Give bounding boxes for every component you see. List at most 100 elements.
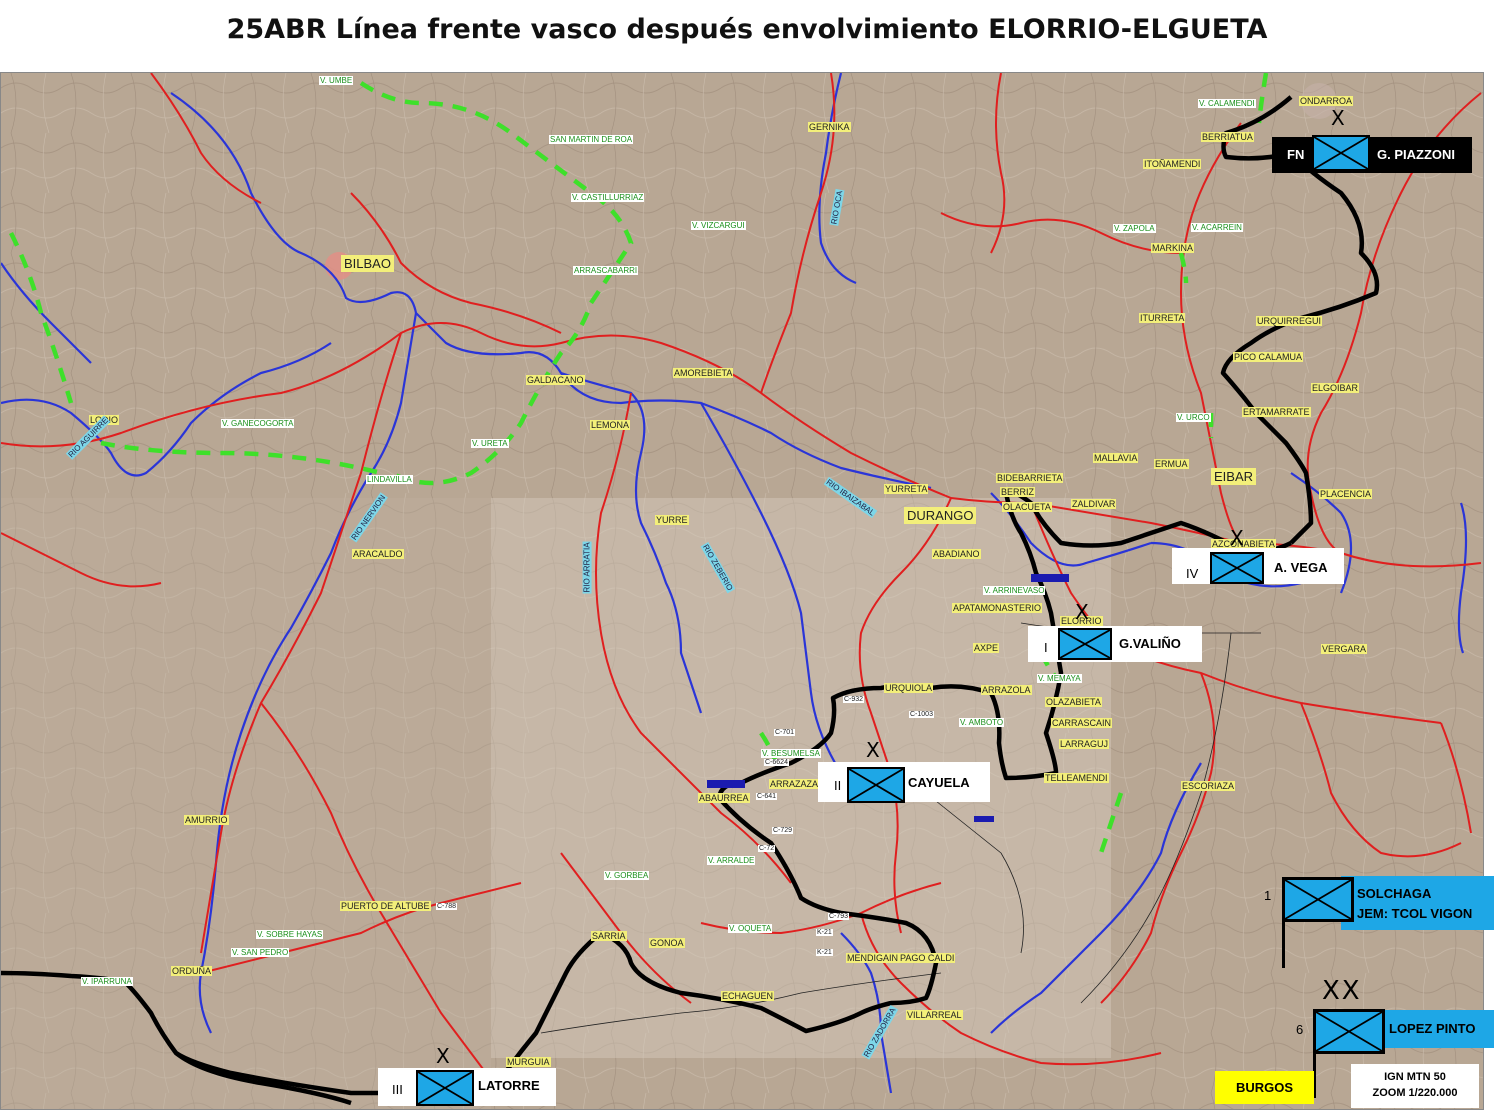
unit-valino-mark: X	[1075, 600, 1089, 624]
road-c641: C-641	[756, 793, 778, 800]
unit-vega[interactable]: IV A. VEGA	[1172, 548, 1344, 584]
unit-vega-echelon: IV	[1186, 566, 1199, 581]
place-abaurrea: ABAURREA	[698, 793, 750, 803]
unit-cayuela-mark: X	[866, 738, 880, 762]
vasco-acarrein: V. ACARREIN	[1191, 223, 1243, 232]
river-arratia: RIO ARRATIA	[582, 541, 592, 594]
place-berriatua: BERRIATUA	[1201, 132, 1254, 142]
place-iturreta: ITURRETA	[1139, 313, 1186, 323]
unit-marker	[974, 816, 994, 822]
map-area[interactable]: BILBAO DURANGO EIBAR GERNIKA ONDARROA BE…	[0, 72, 1484, 1110]
place-itonamendi: ITOÑAMENDI	[1143, 159, 1202, 169]
unit-lopez-pinto-label-box: LOPEZ PINTO	[1383, 1010, 1494, 1048]
vasco-castillurriaz: V. CASTILLURRIAZ	[571, 193, 645, 202]
vasco-ganecogorta: V. GANECOGORTA	[221, 419, 295, 428]
place-olazabieta: OLAZABIETA	[1045, 697, 1102, 707]
place-sarria: SARRIA	[591, 931, 627, 941]
place-ondarroa: ONDARROA	[1299, 96, 1354, 106]
unit-piazzoni[interactable]: FN G. PIAZZONI	[1272, 135, 1472, 173]
place-mendigain: MENDIGAIN	[846, 953, 900, 963]
vasco-calamendi: V. CALAMENDI	[1198, 99, 1256, 108]
vasco-besumelsa: V. BESUMELSA	[761, 749, 821, 758]
road-c72: C-72	[758, 845, 776, 852]
vasco-iparruna: V. IPARRUNA	[81, 977, 133, 986]
road-c1003: C-1003	[909, 711, 934, 718]
unit-latorre-mark: X	[436, 1044, 450, 1068]
vasco-gorbea: V. GORBEA	[604, 871, 650, 880]
unit-marker	[1031, 574, 1069, 582]
source-line2: ZOOM 1/220.000	[1372, 1087, 1458, 1099]
unit-vega-mark: X	[1230, 526, 1244, 550]
place-arrazola: ARRAZOLA	[981, 685, 1032, 695]
source-line1: IGN MTN 50	[1384, 1071, 1446, 1083]
road-k21b: K-21	[816, 949, 833, 956]
unit-solchaga-symbol[interactable]	[1282, 877, 1354, 922]
unit-latorre[interactable]: III LATORRE	[378, 1068, 556, 1106]
unit-solchaga-label-box: SOLCHAGA JEM: TCOL VIGON	[1341, 876, 1494, 930]
unit-valino-name: G.VALIÑO	[1119, 636, 1181, 651]
vasco-vizcargui: V. VIZCARGUI	[691, 221, 746, 230]
place-ertamarrate: ERTAMARRATE	[1242, 407, 1311, 417]
vasco-sobre-hayas: V. SOBRE HAYAS	[256, 930, 324, 939]
place-echaguen: ECHAGUEN	[721, 991, 775, 1001]
place-durango: DURANGO	[904, 507, 977, 524]
place-yurreta: YURRETA	[884, 484, 929, 494]
place-aracaldo: ARACALDO	[352, 549, 404, 559]
place-apatamonasterio: APATAMONASTERIO	[952, 603, 1043, 613]
unit-valino-symbol	[1058, 628, 1112, 660]
place-axpe: AXPE	[973, 643, 1000, 653]
place-yurre: YURRE	[655, 515, 689, 525]
unit-cayuela[interactable]: II CAYUELA	[818, 762, 990, 803]
place-berriz: BERRIZ	[1000, 487, 1036, 497]
place-bilbao: BILBAO	[341, 255, 394, 272]
place-orduna: ORDUÑA	[171, 966, 213, 976]
place-bidebarrieta: BIDEBARRIETA	[996, 473, 1064, 483]
road-c793: C-793	[828, 913, 850, 920]
vasco-umbe: V. UMBE	[319, 76, 354, 85]
unit-solchaga-staff: JEM: TCOL VIGON	[1357, 906, 1473, 921]
vasco-memaya: V. MEMAYA	[1037, 674, 1082, 683]
unit-cayuela-name: CAYUELA	[908, 775, 970, 790]
place-larraguj: LARRAGUJ	[1059, 739, 1110, 749]
place-markina: MARKINA	[1151, 243, 1195, 253]
unit-piazzoni-name: G. PIAZZONI	[1377, 147, 1455, 162]
road-c729: C-729	[772, 827, 794, 834]
road-c701: C-701	[774, 729, 796, 736]
unit-lopez-pinto-echelon: 6	[1296, 1022, 1304, 1037]
place-zaldivar: ZALDIVAR	[1071, 499, 1117, 509]
unit-latorre-symbol	[416, 1070, 474, 1106]
road-k21: K-21	[816, 929, 833, 936]
unit-piazzoni-symbol	[1312, 135, 1370, 171]
vasco-zapola: V. ZAPOLA	[1113, 224, 1156, 233]
place-gonoa: GONOA	[649, 938, 685, 948]
road-c788: C-788	[436, 903, 458, 910]
place-telleamendi: TELLEAMENDI	[1044, 773, 1109, 783]
place-urquiola: URQUIOLA	[884, 683, 934, 693]
place-placencia: PLACENCIA	[1319, 489, 1373, 499]
place-pico-calamua: PICO CALAMUA	[1233, 352, 1304, 362]
unit-lopez-pinto-name: LOPEZ PINTO	[1389, 1021, 1476, 1036]
unit-marker	[707, 780, 745, 788]
place-villarreal: VILLARREAL	[906, 1010, 963, 1020]
place-mallavia: MALLAVIA	[1093, 453, 1139, 463]
vasco-arralde: V. ARRALDE	[707, 856, 756, 865]
place-carrascain: CARRASCAIN	[1051, 718, 1113, 728]
place-eibar: EIBAR	[1211, 468, 1257, 485]
unit-vega-name: A. VEGA	[1274, 560, 1328, 575]
place-ermua: ERMUA	[1154, 459, 1189, 469]
vasco-amboto: V. AMBOTO	[959, 718, 1005, 727]
place-olacueta: OLACUETA	[1002, 502, 1052, 512]
map-title: 25ABR Línea frente vasco después envolvi…	[226, 14, 1268, 45]
unit-cayuela-echelon: II	[834, 778, 842, 793]
vasco-ureta: V. URETA	[471, 439, 509, 448]
vasco-san-martin: SAN MARTIN DE ROA	[549, 135, 634, 144]
vasco-san-pedro: V. SAN PEDRO	[231, 948, 290, 957]
unit-piazzoni-echelon: FN	[1287, 147, 1305, 162]
unit-latorre-name: LATORRE	[478, 1078, 540, 1093]
place-escoriaza: ESCORIAZA	[1181, 781, 1236, 791]
unit-valino[interactable]: I G.VALIÑO	[1028, 626, 1202, 662]
place-urquirregui: URQUIRREGUI	[1256, 316, 1323, 326]
place-elgoibar: ELGOIBAR	[1311, 383, 1360, 393]
unit-solchaga-echelon: 1	[1264, 888, 1272, 903]
unit-lopez-pinto-symbol[interactable]	[1313, 1009, 1385, 1054]
